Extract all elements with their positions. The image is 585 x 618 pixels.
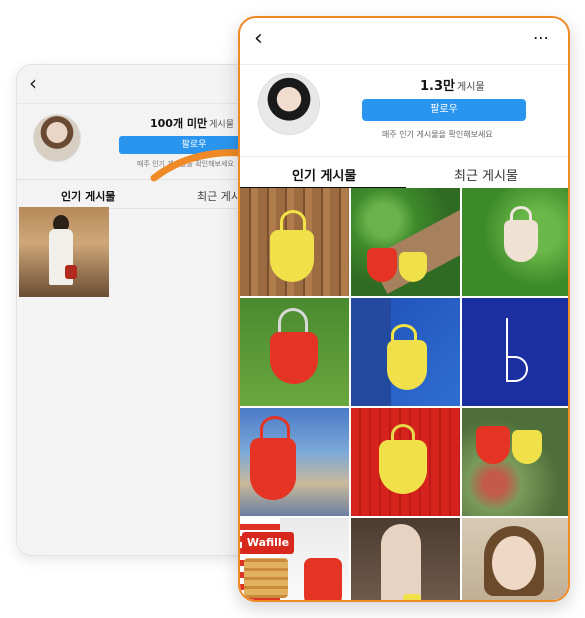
grid-post-logo-b[interactable] xyxy=(462,298,568,406)
grid-post-mirror-selfie[interactable] xyxy=(351,518,460,600)
before-top-bar: ‹ xyxy=(17,65,265,103)
more-options-icon[interactable]: ⋯ xyxy=(533,28,550,47)
grid-post-white-bag[interactable] xyxy=(462,188,568,296)
grid-post-red-yellow-flowers[interactable] xyxy=(462,408,568,516)
post-count-unit: 게시물 xyxy=(457,82,485,93)
grid-post-yellow-bag-blue[interactable] xyxy=(351,298,460,406)
post-thumbnail[interactable] xyxy=(19,207,109,297)
avatar xyxy=(33,114,81,162)
after-tabs: 인기 게시물 최근 게시물 xyxy=(240,156,568,188)
after-phone-screen: ‹ ⋯ 1.3만 게시물 팔로우 매주 인기 게시물을 확인해보세요 인기 게시물… xyxy=(238,16,570,602)
comparison-stage: ‹ 100개 미만 게시물 팔로우 매주 인기 게시물을 확인해보세요 인기 게시… xyxy=(0,0,585,618)
post-count-value: 100개 미만 xyxy=(150,117,208,130)
follow-button[interactable]: 팔로우 xyxy=(362,99,526,121)
back-chevron-icon[interactable]: ‹ xyxy=(29,73,37,93)
grid-post-yellow-bag[interactable] xyxy=(240,188,349,296)
post-count-unit: 게시물 xyxy=(209,120,234,130)
back-chevron-icon[interactable]: ‹ xyxy=(254,28,263,50)
tab-popular-posts[interactable]: 인기 게시물 xyxy=(61,188,115,204)
tab-popular-posts[interactable]: 인기 게시물 xyxy=(292,165,356,184)
grid-post-red-bag-grass[interactable] xyxy=(240,298,349,406)
tab-recent-posts[interactable]: 최근 게시물 xyxy=(454,165,518,184)
after-profile-header: 1.3만 게시물 팔로우 매주 인기 게시물을 확인해보세요 xyxy=(240,64,568,156)
before-phone-screen: ‹ 100개 미만 게시물 팔로우 매주 인기 게시물을 확인해보세요 인기 게시… xyxy=(16,64,266,556)
post-count-value: 1.3만 xyxy=(420,79,455,94)
grid-post-red-yellow-bags[interactable] xyxy=(351,188,460,296)
avatar xyxy=(258,73,320,135)
grid-post-yellow-bag-red[interactable] xyxy=(351,408,460,516)
waffle-icon xyxy=(244,558,288,598)
brand-logo-icon xyxy=(502,318,532,386)
after-top-bar: ‹ ⋯ xyxy=(240,18,568,64)
post-count: 1.3만 게시물 xyxy=(420,75,485,94)
grid-post-woman-portrait[interactable] xyxy=(462,518,568,600)
weekly-note: 매주 인기 게시물을 확인해보세요 xyxy=(382,130,493,139)
post-grid: Wafille xyxy=(240,188,568,600)
grid-post-wafille[interactable]: Wafille xyxy=(240,518,349,600)
wafille-sign: Wafille xyxy=(242,532,294,554)
post-count: 100개 미만 게시물 xyxy=(150,115,234,131)
grid-post-red-bag-mural[interactable] xyxy=(240,408,349,516)
